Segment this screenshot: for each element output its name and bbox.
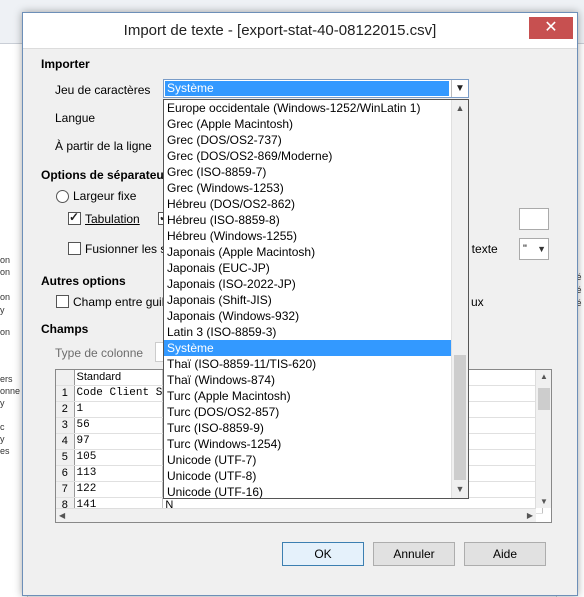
table-cell: 105 <box>74 449 164 466</box>
scroll-up-icon[interactable]: ▲ <box>540 372 548 381</box>
charset-option[interactable]: Japonais (ISO-2022-JP) <box>164 276 451 292</box>
charset-option[interactable]: Unicode (UTF-8) <box>164 468 451 484</box>
background-cell: on <box>0 292 11 302</box>
text-import-dialog: Import de texte - [export-stat-40-081220… <box>22 12 578 596</box>
charset-option[interactable]: Unicode (UTF-16) <box>164 484 451 498</box>
charset-options: Europe occidentale (Windows-1252/WinLati… <box>164 100 468 498</box>
table-cell: 122 <box>74 481 164 498</box>
charset-combobox[interactable]: Système ▼ <box>163 79 469 98</box>
background-cell: y <box>0 398 5 408</box>
charset-option[interactable]: Japonais (EUC-JP) <box>164 260 451 276</box>
importer-section-label: Importer <box>41 57 90 71</box>
charset-label: Jeu de caractères <box>55 83 151 97</box>
background-cell: on <box>0 327 11 337</box>
other-options-section-label: Autres options <box>41 274 126 288</box>
scroll-down-icon[interactable]: ▼ <box>540 497 548 506</box>
grid-horizontal-scrollbar[interactable]: ◀ ▶ <box>56 508 536 522</box>
row-number: 5 <box>56 449 75 466</box>
charset-option[interactable]: Turc (Apple Macintosh) <box>164 388 451 404</box>
row-number: 2 <box>56 401 75 418</box>
charset-option[interactable]: Grec (Apple Macintosh) <box>164 116 451 132</box>
charset-option[interactable]: Turc (Windows-1254) <box>164 436 451 452</box>
fields-section-label: Champs <box>41 322 89 336</box>
close-button[interactable]: ✕ <box>529 17 573 39</box>
fixed-width-radio[interactable] <box>56 190 69 203</box>
background-cell: on <box>0 267 11 277</box>
charset-option[interactable]: Hébreu (ISO-8859-8) <box>164 212 451 228</box>
text-delimiter-value: " <box>523 243 527 255</box>
merge-checkbox[interactable] <box>68 242 81 255</box>
row-number: 6 <box>56 465 75 482</box>
background-cell: y <box>0 434 5 444</box>
background-cell: c <box>0 422 5 432</box>
background-cell: on <box>0 255 11 265</box>
charset-option[interactable]: Turc (ISO-8859-9) <box>164 420 451 436</box>
cancel-button[interactable]: Annuler <box>373 542 455 566</box>
charset-option[interactable]: Europe occidentale (Windows-1252/WinLati… <box>164 100 451 116</box>
charset-option[interactable]: Turc (DOS/OS2-857) <box>164 404 451 420</box>
background-cell: y <box>0 305 5 315</box>
row-number: 7 <box>56 481 75 498</box>
table-cell: Code Client S <box>74 385 164 402</box>
background-cell: es <box>0 446 10 456</box>
charset-option[interactable]: Thaï (ISO-8859-11/TIS-620) <box>164 356 451 372</box>
charset-dropdown-list[interactable]: Europe occidentale (Windows-1252/WinLati… <box>163 99 469 499</box>
charset-option[interactable]: Japonais (Windows-932) <box>164 308 451 324</box>
background-cell: ers <box>0 374 13 384</box>
option-label-fragment: ux <box>471 295 484 309</box>
from-line-label: À partir de la ligne <box>55 139 152 153</box>
charset-option[interactable]: Japonais (Apple Macintosh) <box>164 244 451 260</box>
charset-option[interactable]: Hébreu (DOS/OS2-862) <box>164 196 451 212</box>
row-number: 1 <box>56 385 75 402</box>
scroll-thumb[interactable] <box>454 355 466 480</box>
grid-corner <box>56 370 75 386</box>
tab-label: Tabulation <box>85 212 140 226</box>
ok-button[interactable]: OK <box>282 542 364 566</box>
column-type-label: Type de colonne <box>55 346 144 360</box>
charset-option[interactable]: Thaï (Windows-874) <box>164 372 451 388</box>
other-separator-field[interactable] <box>519 208 549 230</box>
row-number: 3 <box>56 417 75 434</box>
charset-option[interactable]: Unicode (UTF-7) <box>164 452 451 468</box>
help-button[interactable]: Aide <box>464 542 546 566</box>
charset-option[interactable]: Grec (ISO-8859-7) <box>164 164 451 180</box>
charset-option[interactable]: Grec (DOS/OS2-737) <box>164 132 451 148</box>
fixed-width-label: Largeur fixe <box>73 189 137 203</box>
text-delimiter-select[interactable]: " ▼ <box>519 238 549 260</box>
charset-option[interactable]: Japonais (Shift-JIS) <box>164 292 451 308</box>
scroll-up-icon[interactable]: ▲ <box>452 100 468 117</box>
separator-section-label: Options de séparateur <box>41 168 169 182</box>
quoted-field-label: Champ entre guil <box>73 295 165 309</box>
background-cell: onne <box>0 386 21 396</box>
dialog-titlebar: Import de texte - [export-stat-40-081220… <box>23 13 577 49</box>
table-cell: 1 <box>74 401 164 418</box>
charset-option[interactable]: Latin 3 (ISO-8859-3) <box>164 324 451 340</box>
language-label: Langue <box>55 111 96 125</box>
table-cell: 97 <box>74 433 164 450</box>
scroll-left-icon[interactable]: ◀ <box>59 511 65 520</box>
scroll-down-icon[interactable]: ▼ <box>452 481 468 498</box>
table-cell: 56 <box>74 417 164 434</box>
chevron-down-icon: ▼ <box>537 244 546 254</box>
charset-option[interactable]: Hébreu (Windows-1255) <box>164 228 451 244</box>
dialog-title: Import de texte - [export-stat-40-081220… <box>123 22 437 39</box>
merge-label: Fusionner les se <box>85 242 174 256</box>
chevron-down-icon[interactable]: ▼ <box>451 80 468 97</box>
charset-option[interactable]: Système <box>164 340 451 356</box>
dropdown-scrollbar[interactable]: ▲ ▼ <box>451 100 468 498</box>
column-header[interactable]: Standard <box>74 370 164 386</box>
row-number: 4 <box>56 433 75 450</box>
scroll-right-icon[interactable]: ▶ <box>527 511 533 520</box>
tab-checkbox[interactable] <box>68 210 81 225</box>
charset-selected-value: Système <box>165 81 449 96</box>
grid-vertical-scrollbar[interactable]: ▲ ▼ <box>535 370 551 508</box>
charset-option[interactable]: Grec (DOS/OS2-869/Moderne) <box>164 148 451 164</box>
charset-option[interactable]: Grec (Windows-1253) <box>164 180 451 196</box>
scroll-thumb[interactable] <box>538 388 550 410</box>
table-cell: 113 <box>74 465 164 482</box>
quoted-field-checkbox[interactable] <box>56 295 69 308</box>
